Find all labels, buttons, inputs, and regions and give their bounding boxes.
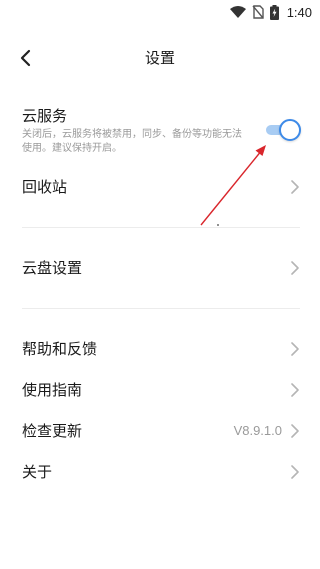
menu-item-label: 检查更新: [22, 422, 83, 440]
menu-item-user-guide[interactable]: 使用指南: [0, 370, 320, 410]
page-title: 设置: [144, 49, 175, 67]
chevron-right-icon: [291, 180, 299, 194]
toggle-thumb: [279, 119, 301, 141]
version-label: V8.9.1.0: [233, 423, 282, 438]
menu-item-label: 关于: [22, 463, 53, 481]
status-time: 1:40: [286, 4, 312, 20]
battery-charging-icon: [269, 4, 279, 20]
status-bar: 1:40: [0, 0, 320, 24]
cloud-service-description: 关闭后，云服务将被禁用，同步、备份等功能无法使用。建议保持开启。: [22, 129, 242, 154]
chevron-right-icon: [291, 465, 299, 479]
menu-item-label: 帮助和反馈: [22, 340, 98, 358]
divider: [22, 227, 300, 228]
divider: [22, 308, 300, 309]
menu-item-check-update[interactable]: 检查更新 V8.9.1.0: [0, 411, 320, 451]
no-sim-icon: [252, 5, 264, 19]
status-icons: 1:40: [229, 3, 312, 21]
chevron-right-icon: [291, 342, 299, 356]
annotation-dot: [217, 224, 219, 226]
cloud-service-toggle[interactable]: [266, 118, 301, 142]
menu-item-recycle-bin[interactable]: 回收站: [0, 167, 320, 207]
chevron-right-icon: [291, 424, 299, 438]
menu-item-label: 云盘设置: [22, 259, 83, 277]
menu-item-label: 回收站: [22, 178, 68, 196]
chevron-right-icon: [291, 261, 299, 275]
menu-item-label: 使用指南: [22, 381, 83, 399]
wifi-icon: [229, 6, 246, 18]
menu-item-cloud-disk-settings[interactable]: 云盘设置: [0, 248, 320, 288]
menu-item-about[interactable]: 关于: [0, 452, 320, 492]
title-bar: 设置: [0, 40, 320, 76]
chevron-right-icon: [291, 383, 299, 397]
cloud-service-title: 云服务: [22, 107, 68, 125]
menu-item-help-feedback[interactable]: 帮助和反馈: [0, 329, 320, 369]
